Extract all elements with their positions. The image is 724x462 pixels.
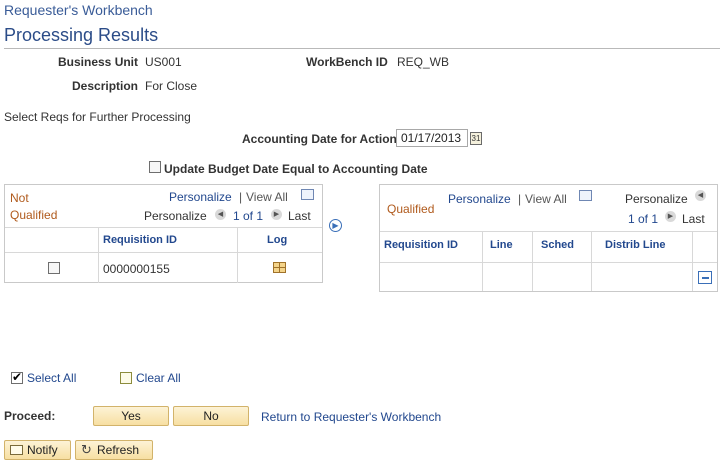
column-header-log: Log — [267, 234, 288, 246]
not-qualified-title-line1: Not — [10, 191, 29, 205]
qualified-view-all-link[interactable]: View All — [525, 192, 567, 206]
notify-button[interactable]: Notify — [4, 440, 71, 460]
description-value: For Close — [145, 79, 198, 93]
accounting-date-label: Accounting Date for Action — [242, 132, 397, 146]
workbench-id-label: WorkBench ID — [306, 55, 388, 69]
business-unit-value: US001 — [145, 55, 182, 69]
not-qualified-personalize-link[interactable]: Personalize — [169, 190, 232, 204]
row-select-checkbox[interactable] — [48, 262, 60, 274]
select-all-link[interactable]: Select All — [27, 371, 76, 385]
column-header-sched: Sched — [541, 239, 575, 251]
refresh-button[interactable]: ↻ Refresh — [75, 440, 153, 460]
next-arrow-icon[interactable]: ▶ — [665, 211, 676, 222]
workbench-id-value: REQ_WB — [397, 55, 450, 69]
page-title: Processing Results — [4, 25, 720, 49]
qualified-personalize-link[interactable]: Personalize — [448, 192, 511, 206]
qualified-title: Qualified — [387, 202, 435, 216]
previous-arrow-icon[interactable]: ◀ — [695, 190, 706, 201]
qualified-last: Last — [682, 212, 705, 226]
view-all-icon[interactable] — [579, 190, 592, 201]
column-header-requisition-id: Requisition ID — [384, 239, 458, 251]
notify-button-label: Notify — [27, 443, 58, 457]
move-to-qualified-button[interactable]: ▶ — [329, 219, 342, 232]
not-qualified-separator: | — [239, 190, 243, 204]
column-header-distrib-line: Distrib Line — [605, 239, 666, 251]
view-all-icon[interactable] — [301, 189, 314, 200]
description-label: Description — [72, 79, 139, 93]
previous-arrow-icon[interactable]: ◀ — [215, 209, 226, 220]
proceed-label: Proceed: — [4, 409, 56, 423]
next-arrow-icon[interactable]: ▶ — [271, 209, 282, 220]
not-qualified-view-all-link[interactable]: View All — [246, 190, 288, 204]
calendar-icon[interactable]: 31 — [470, 132, 482, 145]
clear-all-link[interactable]: Clear All — [136, 371, 181, 385]
accounting-date-input[interactable] — [396, 129, 468, 147]
select-all-checkbox[interactable] — [11, 370, 23, 384]
delete-row-button[interactable] — [698, 271, 712, 284]
not-qualified-personalize-label: Personalize — [144, 209, 207, 223]
requisition-id-cell: 0000000155 — [103, 262, 170, 276]
notify-icon — [10, 445, 23, 455]
not-qualified-last: Last — [288, 209, 311, 223]
qualified-grid: Qualified Personalize | View All Persona… — [379, 184, 718, 292]
refresh-button-label: Refresh — [97, 443, 140, 457]
not-qualified-title-line2: Qualified — [10, 208, 58, 222]
no-button[interactable]: No — [173, 406, 249, 426]
breadcrumb: Requester's Workbench — [4, 2, 153, 18]
qualified-page-info: 1 of 1 — [628, 212, 659, 226]
refresh-icon: ↻ — [81, 442, 92, 457]
not-qualified-page-info: 1 of 1 — [233, 209, 264, 223]
log-icon[interactable] — [273, 262, 286, 273]
column-header-line: Line — [490, 239, 513, 251]
update-budget-checkbox[interactable] — [149, 161, 161, 173]
select-reqs-text: Select Reqs for Further Processing — [4, 110, 191, 124]
clear-all-checkbox[interactable] — [120, 372, 132, 384]
business-unit-label: Business Unit — [58, 55, 139, 69]
return-to-workbench-link[interactable]: Return to Requester's Workbench — [261, 410, 441, 424]
not-qualified-grid: Not Qualified Personalize | View All Per… — [4, 184, 323, 283]
update-budget-label: Update Budget Date Equal to Accounting D… — [164, 162, 428, 176]
yes-button[interactable]: Yes — [93, 406, 169, 426]
qualified-personalize-label: Personalize — [625, 192, 688, 206]
column-header-requisition-id: Requisition ID — [103, 234, 177, 246]
qualified-separator: | — [518, 192, 522, 206]
